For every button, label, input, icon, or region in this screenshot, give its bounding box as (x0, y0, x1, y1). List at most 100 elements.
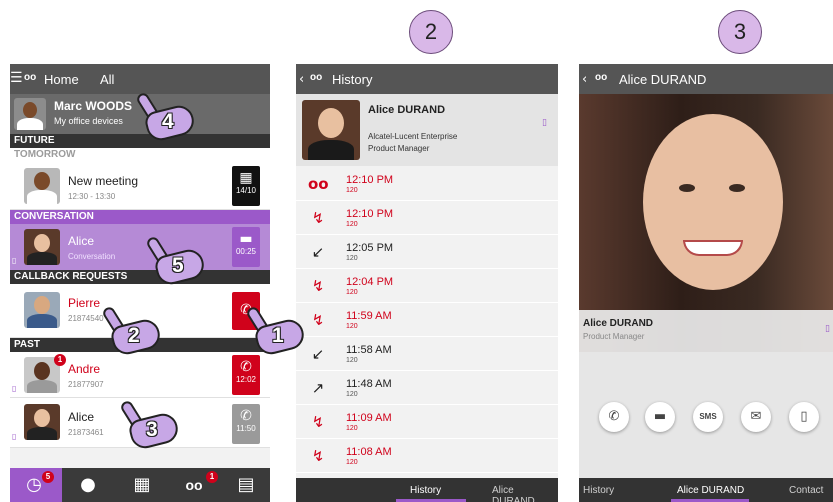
missed-call-icon: ↯ (311, 413, 325, 431)
tab-history[interactable]: History (583, 485, 614, 496)
page-title: History (332, 72, 373, 87)
hand-pointer-4: 4 (134, 91, 197, 144)
history-top-bar: ‹ ᴏᴏ History (296, 64, 558, 94)
meeting-time: 12:30 - 13:30 (68, 192, 116, 201)
contact-role: Product Manager (368, 144, 430, 153)
missed-badge: 1 (54, 354, 66, 366)
calendar-icon[interactable]: ▤ (234, 474, 258, 496)
meeting-row[interactable]: New meeting 12:30 - 13:30 ▦ 14/10 (10, 162, 270, 210)
voicemail-icon[interactable]: oo (182, 477, 206, 499)
chat-button[interactable]: ▬ (645, 402, 675, 432)
phone-icon: ✆ (240, 359, 252, 375)
callback-number: 21874540 (68, 314, 104, 323)
history-time: 12:10 PM (346, 174, 394, 186)
hand-pointer-3: 3 (118, 399, 181, 452)
history-list: oo 12:10 PM 120 ↯ 12:10 PM 120 ↙ 12:05 PM 120 ↯ 12… (296, 168, 558, 478)
history-time: 12:10 PM (346, 208, 394, 220)
history-row[interactable]: ↯ 11:09 AM 120 (296, 406, 558, 439)
tab-contact-name[interactable]: Alice DURAND (677, 485, 744, 496)
tab-contact[interactable]: Alice DURAND (492, 485, 558, 502)
conversation-duration: 00:25 (235, 247, 257, 256)
call-button[interactable]: ✆ (599, 402, 629, 432)
history-time: 11:08 AM (346, 446, 392, 458)
meeting-title: New meeting (68, 174, 139, 188)
history-row[interactable]: ↯ 11:08 AM 120 (296, 440, 558, 473)
history-time: 11:58 AM (346, 344, 392, 356)
hand-pointer-1: 1 (244, 305, 307, 358)
email-icon: ✉ (750, 409, 762, 424)
past-number: 21873461 (68, 428, 104, 437)
dialpad-icon[interactable]: ▦ (130, 474, 154, 496)
conversation-row[interactable]: ▯ Alice Conversation ▬ 00:25 (10, 224, 270, 270)
history-row[interactable]: oo 12:10 PM 120 (296, 168, 558, 201)
history-row[interactable]: ↯ 12:10 PM 120 (296, 202, 558, 235)
phone-icon: ✆ (240, 408, 252, 424)
missed-call-icon: ↯ (311, 277, 325, 295)
home-top-bar: ☰ ᴏᴏ Home All (10, 64, 270, 94)
mobile-icon: ▯ (800, 409, 808, 424)
subsection-tomorrow: TOMORROW (10, 148, 270, 162)
history-tabs: History Alice DURAND (296, 478, 558, 502)
voicemail-icon: oo (308, 175, 329, 193)
history-row[interactable]: ↗ 11:48 AM 120 (296, 372, 558, 405)
history-number: 120 (346, 459, 358, 466)
history-time: 11:59 AM (346, 310, 392, 322)
user-name: Marc WOODS (54, 99, 133, 113)
page-title: Alice DURAND (619, 72, 707, 87)
history-row[interactable]: ↙ 11:58 AM 120 (296, 338, 558, 371)
avatar (24, 404, 60, 440)
user-subtitle: My office devices (54, 116, 123, 126)
missed-call-tile[interactable]: ✆ 12:02 (232, 355, 260, 395)
device-icon: ▯ (12, 432, 17, 441)
missed-call-icon: ↯ (311, 209, 325, 227)
email-button[interactable]: ✉ (741, 402, 771, 432)
hand-pointer-5: 5 (144, 235, 207, 288)
contact-company: Alcatel-Lucent Enterprise (368, 132, 458, 141)
voicemail-badge: 1 (206, 471, 218, 483)
history-row[interactable]: ↙ 12:05 PM 120 (296, 236, 558, 269)
back-icon[interactable]: ‹ (299, 72, 304, 87)
meeting-date: 14/10 (235, 186, 257, 195)
contacts-icon[interactable]: ● (76, 474, 100, 496)
section-callback: CALLBACK REQUESTS (10, 270, 270, 284)
history-screen: ‹ ᴏᴏ History Alice DURAND Alcatel-Lucent… (296, 64, 558, 502)
menu-icon[interactable]: ☰ (10, 70, 23, 86)
contact-header[interactable]: Alice DURAND Alcatel-Lucent Enterprise P… (296, 94, 558, 166)
tab-history[interactable]: History (410, 485, 441, 496)
history-time: 12:05 PM (346, 242, 394, 254)
history-number: 120 (346, 187, 358, 194)
conversation-subtitle: Conversation (68, 252, 116, 261)
contact-name: Alice DURAND (368, 104, 446, 116)
contact-name: Alice DURAND (583, 318, 654, 329)
history-time: 11:09 AM (346, 412, 392, 424)
avatar (24, 229, 60, 265)
past-row-andre[interactable]: 1 ▯ Andre 21877907 ✆ 12:02 (10, 352, 270, 398)
device-icon: ▯ (825, 324, 830, 334)
filter-dropdown[interactable]: All (100, 72, 114, 87)
history-time: 12:04 PM (346, 276, 394, 288)
history-row[interactable]: ↯ 12:04 PM 120 (296, 270, 558, 303)
missed-call-icon: ↯ (311, 447, 325, 465)
call-tile[interactable]: ✆ 11:50 (232, 404, 260, 444)
history-number: 120 (346, 357, 358, 364)
past-time: 11:50 (236, 424, 256, 433)
contact-top-bar: ‹ ᴏᴏ Alice DURAND (579, 64, 833, 94)
device-icon: ▯ (12, 256, 17, 265)
chat-tile[interactable]: ▬ 00:25 (232, 227, 260, 267)
bottom-nav: ◷ 5 ● ▦ oo 1 ▤ (10, 468, 270, 502)
callout-3: 3 (718, 10, 762, 54)
history-number: 120 (346, 289, 358, 296)
history-row[interactable]: ↯ 11:59 AM 120 (296, 304, 558, 337)
section-conversation: CONVERSATION (10, 210, 270, 224)
voicemail-logo-icon: ᴏᴏ (310, 72, 323, 83)
history-number: 120 (346, 425, 358, 432)
back-icon[interactable]: ‹ (582, 72, 587, 87)
tab-contact[interactable]: Contact (789, 485, 823, 496)
sms-button[interactable]: SMS (693, 402, 723, 432)
mobile-button[interactable]: ▯ (789, 402, 819, 432)
past-name: Andre (68, 362, 101, 376)
contact-screen: ‹ ᴏᴏ Alice DURAND Alice DURAND Product M… (579, 64, 833, 502)
callback-name: Pierre (68, 296, 101, 310)
calendar-tile[interactable]: ▦ 14/10 (232, 166, 260, 206)
avatar (24, 168, 60, 204)
